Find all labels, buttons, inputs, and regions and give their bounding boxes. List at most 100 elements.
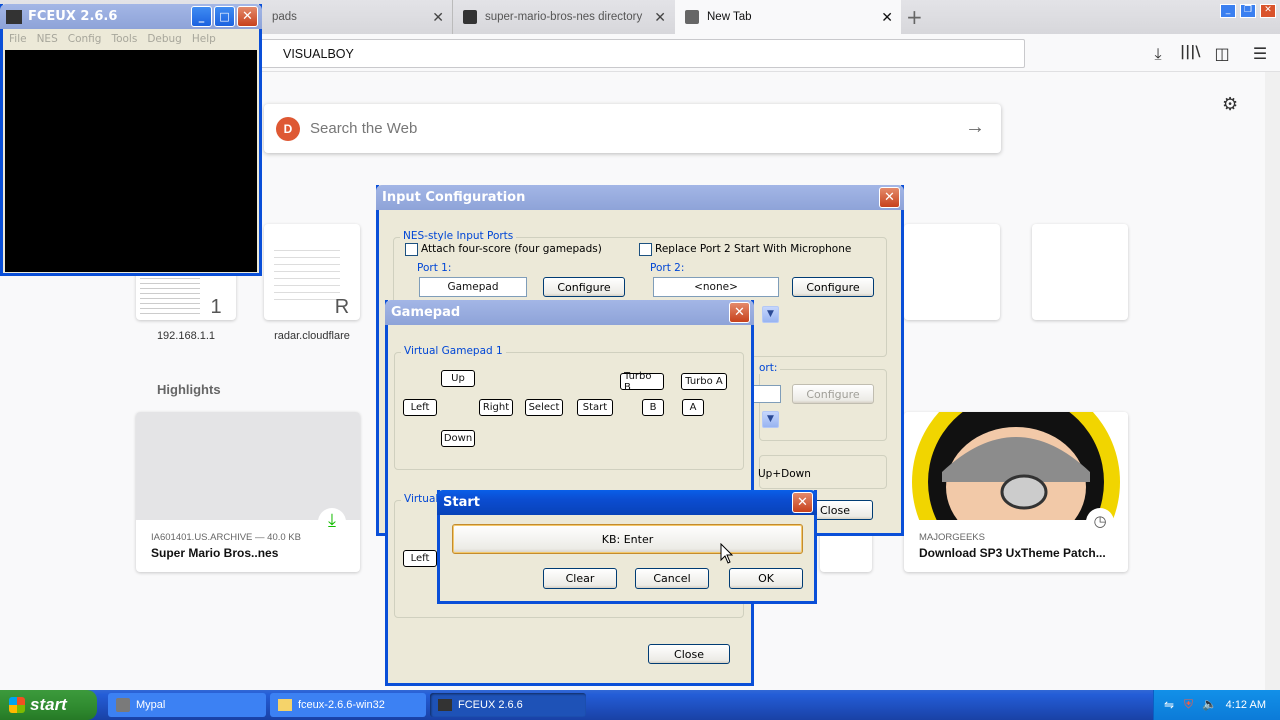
menu-debug[interactable]: Debug — [147, 33, 182, 45]
close-icon[interactable]: ✕ — [432, 9, 444, 26]
card-source: MAJORGEEKS — [919, 532, 985, 543]
page-scrollbar[interactable] — [1265, 72, 1280, 690]
taskbar-item-label: FCEUX 2.6.6 — [458, 699, 523, 711]
system-tray: ⇋ ⛨ 🔈 4:12 AM — [1153, 690, 1280, 720]
taskbar-item-fceux-folder[interactable]: fceux-2.6.6-win32 — [270, 693, 426, 717]
highlight-card-majorgeeks[interactable]: ◷ MAJORGEEKS Download SP3 UxTheme Patch.… — [904, 412, 1128, 572]
site-thumbnail — [140, 274, 200, 314]
minimize-icon[interactable]: _ — [1220, 4, 1236, 18]
sidebar-icon[interactable]: ◫ — [1212, 44, 1232, 64]
input-config-close-button[interactable]: Close — [813, 500, 873, 520]
gamepad-down-button[interactable]: Down — [441, 430, 475, 447]
close-icon[interactable]: ✕ — [654, 9, 666, 26]
top-site-empty[interactable] — [1032, 224, 1128, 320]
emulator-screen[interactable] — [5, 50, 257, 272]
tab-directory-listing[interactable]: super-mario-bros-nes directory lis ✕ — [452, 0, 674, 34]
fceux-menubar: File NES Config Tools Debug Help — [3, 29, 259, 48]
port1-configure-button[interactable]: Configure — [543, 277, 625, 297]
chevron-down-icon[interactable]: ▼ — [762, 306, 779, 323]
hamburger-menu-icon[interactable]: ☰ — [1250, 44, 1270, 64]
top-site-empty[interactable] — [904, 224, 1000, 320]
fceux-app-icon — [438, 699, 452, 711]
gamepad-start-button[interactable]: Start — [577, 399, 613, 416]
archive-icon — [463, 10, 477, 24]
majorgeeks-logo-image — [912, 412, 1120, 572]
close-icon[interactable]: ✕ — [879, 187, 900, 208]
close-icon[interactable]: ✕ — [792, 492, 813, 513]
volume-icon[interactable]: 🔈 — [1202, 697, 1217, 711]
tile-caption: 192.168.1.1 — [156, 330, 216, 342]
expansion-configure-button[interactable]: Configure — [792, 384, 874, 404]
close-icon[interactable]: ✕ — [881, 9, 893, 26]
key-binding-button[interactable]: KB: Enter — [452, 524, 803, 554]
arrow-right-icon[interactable]: → — [965, 116, 985, 139]
gamepad-a-button[interactable]: A — [682, 399, 704, 416]
cancel-button[interactable]: Cancel — [635, 568, 709, 589]
ok-button[interactable]: OK — [729, 568, 803, 589]
fceux-window: FCEUX 2.6.6 _ □ ✕ File NES Config Tools … — [0, 4, 262, 276]
fceux-titlebar[interactable]: FCEUX 2.6.6 _ □ ✕ — [0, 4, 262, 29]
gamepad-right-button[interactable]: Right — [479, 399, 513, 416]
menu-file[interactable]: File — [9, 33, 27, 45]
chevron-down-icon[interactable]: ▼ — [762, 411, 779, 428]
top-site-radar-cloudflare[interactable]: R — [264, 224, 360, 320]
clear-button[interactable]: Clear — [543, 568, 617, 589]
network-icon[interactable]: ⇋ — [1164, 698, 1174, 712]
gamepad-up-button[interactable]: Up — [441, 370, 475, 387]
menu-help[interactable]: Help — [192, 33, 216, 45]
gamepad-close-button[interactable]: Close — [648, 644, 730, 664]
tab-label: pads — [272, 11, 297, 23]
start-dialog-titlebar[interactable]: Start ✕ — [437, 490, 817, 515]
library-icon[interactable]: |||\ — [1180, 44, 1200, 64]
group-label: Virtual Gamepad 1 — [401, 345, 506, 357]
url-bar[interactable]: VISUALBOY — [258, 39, 1025, 68]
window-title: FCEUX 2.6.6 — [28, 9, 118, 24]
close-icon[interactable]: ✕ — [1260, 4, 1276, 18]
gamepad-turbo-b-button[interactable]: Turbo B — [620, 371, 664, 393]
gamepad-turbo-a-button[interactable]: Turbo A — [681, 373, 727, 390]
microphone-checkbox[interactable] — [639, 243, 652, 256]
taskbar-item-label: Mypal — [136, 699, 166, 711]
start-label: start — [30, 695, 67, 714]
web-search-box[interactable]: D Search the Web → — [264, 104, 1001, 153]
tab-new-tab[interactable]: New Tab ✕ — [675, 0, 901, 34]
card-title: Download SP3 UxTheme Patch... — [919, 546, 1106, 560]
group-label: ort: — [756, 362, 781, 374]
maximize-icon[interactable]: □ — [214, 6, 235, 27]
expansion-port-group: ort: — [756, 362, 887, 441]
input-config-titlebar[interactable]: Input Configuration ✕ — [376, 185, 904, 210]
menu-nes[interactable]: NES — [37, 33, 58, 45]
start-button[interactable]: start — [0, 690, 97, 720]
gamepad-left-button[interactable]: Left — [403, 399, 437, 416]
group-label: NES-style Input Ports — [400, 230, 517, 242]
taskbar-item-mypal[interactable]: Mypal — [108, 693, 266, 717]
menu-config[interactable]: Config — [68, 33, 102, 45]
close-icon[interactable]: ✕ — [729, 302, 750, 323]
gamepad-titlebar[interactable]: Gamepad ✕ — [385, 300, 754, 325]
port1-label: Port 1: — [417, 262, 452, 274]
gear-icon[interactable]: ⚙ — [1222, 94, 1238, 115]
download-icon[interactable]: ⤓ — [1148, 44, 1168, 64]
minimize-icon[interactable]: _ — [191, 6, 212, 27]
highlight-card-super-mario[interactable]: ⤓ IA601401.US.ARCHIVE — 40.0 KB Super Ma… — [136, 412, 360, 572]
gamepad2-left-button[interactable]: Left — [403, 550, 437, 567]
tile-letter: 1 — [210, 296, 222, 318]
url-text: VISUALBOY — [283, 46, 354, 61]
gamepad-select-button[interactable]: Select — [525, 399, 563, 416]
expansion-field — [753, 385, 781, 403]
tab-pads[interactable]: pads ✕ — [262, 0, 452, 34]
security-shield-icon[interactable]: ⛨ — [1184, 697, 1193, 712]
restore-icon[interactable]: ❐ — [1240, 4, 1256, 18]
gamepad-b-button[interactable]: B — [642, 399, 664, 416]
menu-tools[interactable]: Tools — [111, 33, 137, 45]
port2-configure-button[interactable]: Configure — [792, 277, 874, 297]
clock[interactable]: 4:12 AM — [1226, 699, 1266, 711]
card-thumbnail — [136, 412, 360, 520]
new-tab-plus-icon[interactable]: + — [906, 5, 923, 29]
port1-field: Gamepad — [419, 277, 527, 297]
four-score-checkbox[interactable] — [405, 243, 418, 256]
card-title: Super Mario Bros..nes — [151, 546, 279, 560]
site-thumbnail — [274, 244, 340, 304]
taskbar-item-fceux[interactable]: FCEUX 2.6.6 — [430, 693, 586, 717]
close-icon[interactable]: ✕ — [237, 6, 258, 27]
